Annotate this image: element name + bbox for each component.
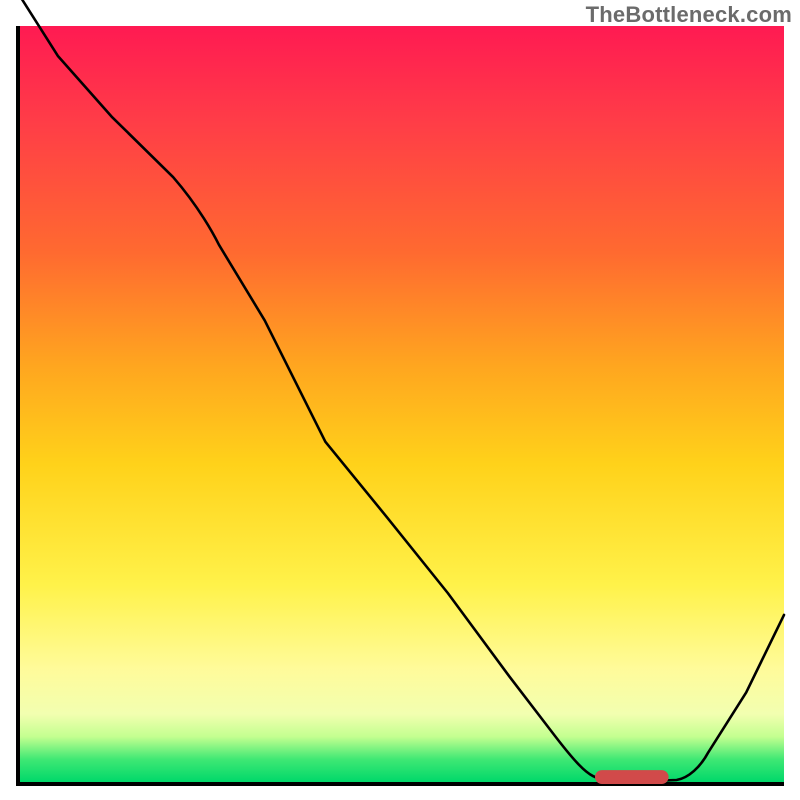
plot-area xyxy=(16,26,784,786)
line-chart-svg xyxy=(20,26,784,782)
bottleneck-curve-path xyxy=(20,0,784,782)
optimal-marker xyxy=(595,770,669,784)
watermark-text: TheBottleneck.com xyxy=(586,2,792,28)
chart-container: { "watermark": "TheBottleneck.com", "cha… xyxy=(0,0,800,800)
